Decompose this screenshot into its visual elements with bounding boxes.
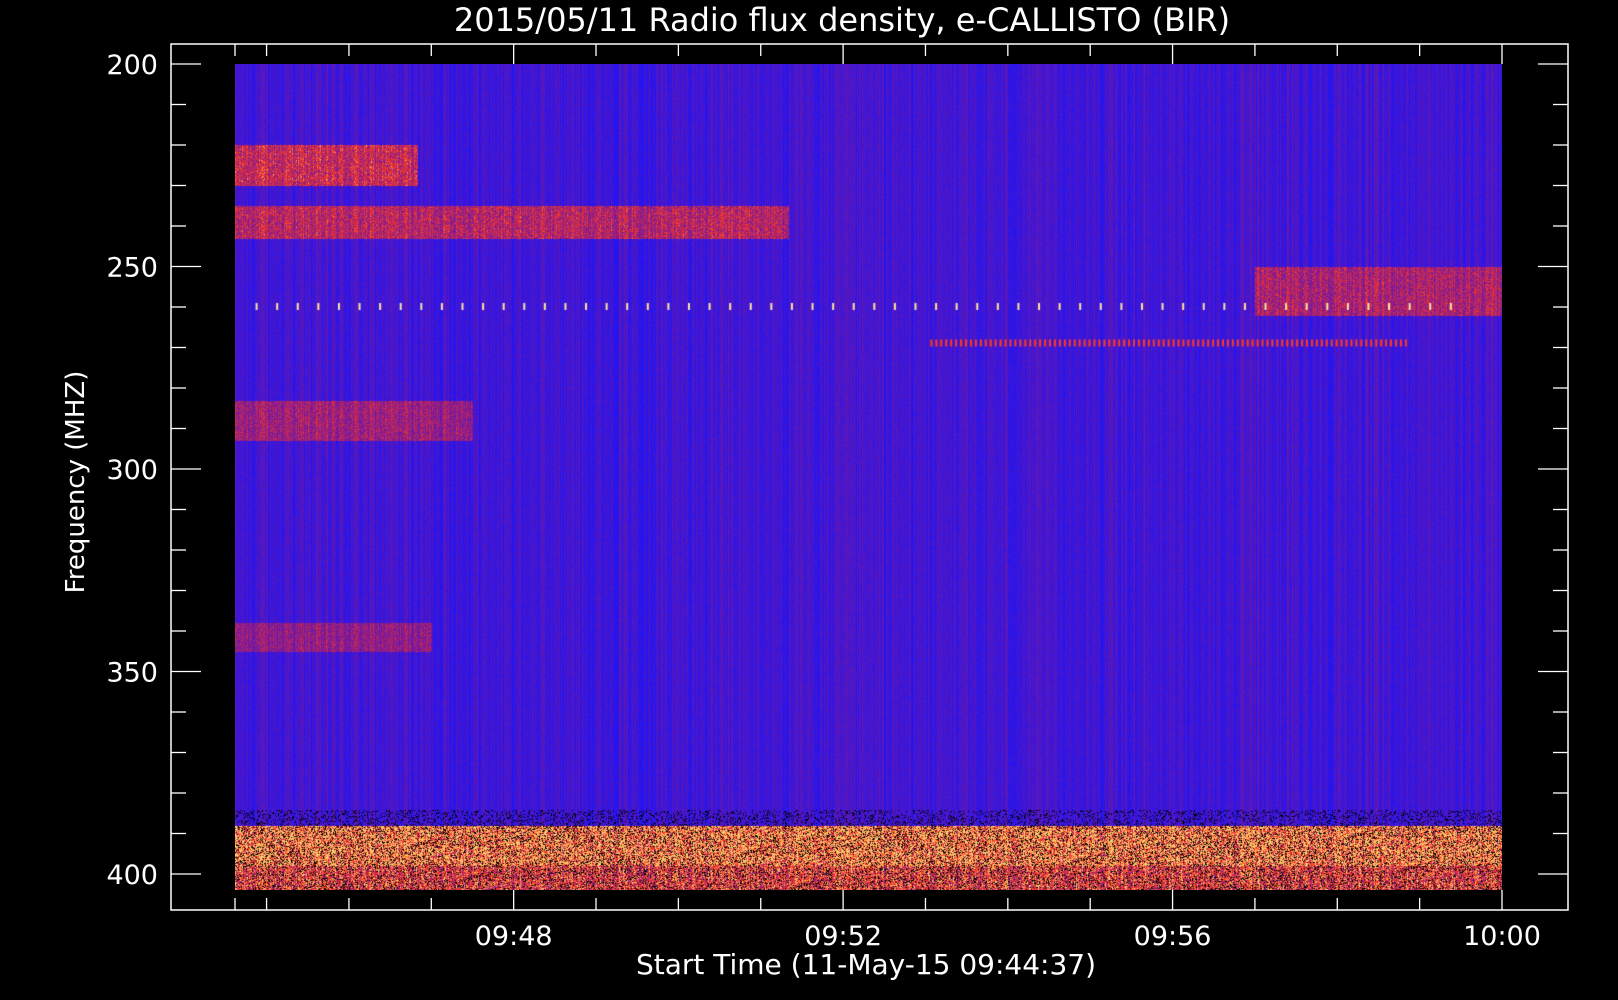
x-axis-label: Start Time (11-May-15 09:44:37) (636, 948, 1096, 981)
x-tick-label: 09:56 (1134, 921, 1212, 952)
x-tick-label: 09:48 (475, 921, 553, 952)
y-tick-label: 250 (106, 253, 158, 284)
y-tick-label: 350 (106, 658, 158, 689)
spectrogram-heatmap (235, 64, 1502, 890)
y-tick-label: 200 (106, 50, 158, 81)
x-tick-label: 10:00 (1463, 921, 1541, 952)
chart-title: 2015/05/11 Radio flux density, e-CALLIST… (454, 1, 1230, 39)
y-axis-label: Frequency (MHZ) (61, 371, 91, 594)
y-tick-label: 400 (106, 860, 158, 891)
y-tick-label: 300 (106, 455, 158, 486)
spectrogram-chart: 2015/05/11 Radio flux density, e-CALLIST… (0, 0, 1618, 1000)
